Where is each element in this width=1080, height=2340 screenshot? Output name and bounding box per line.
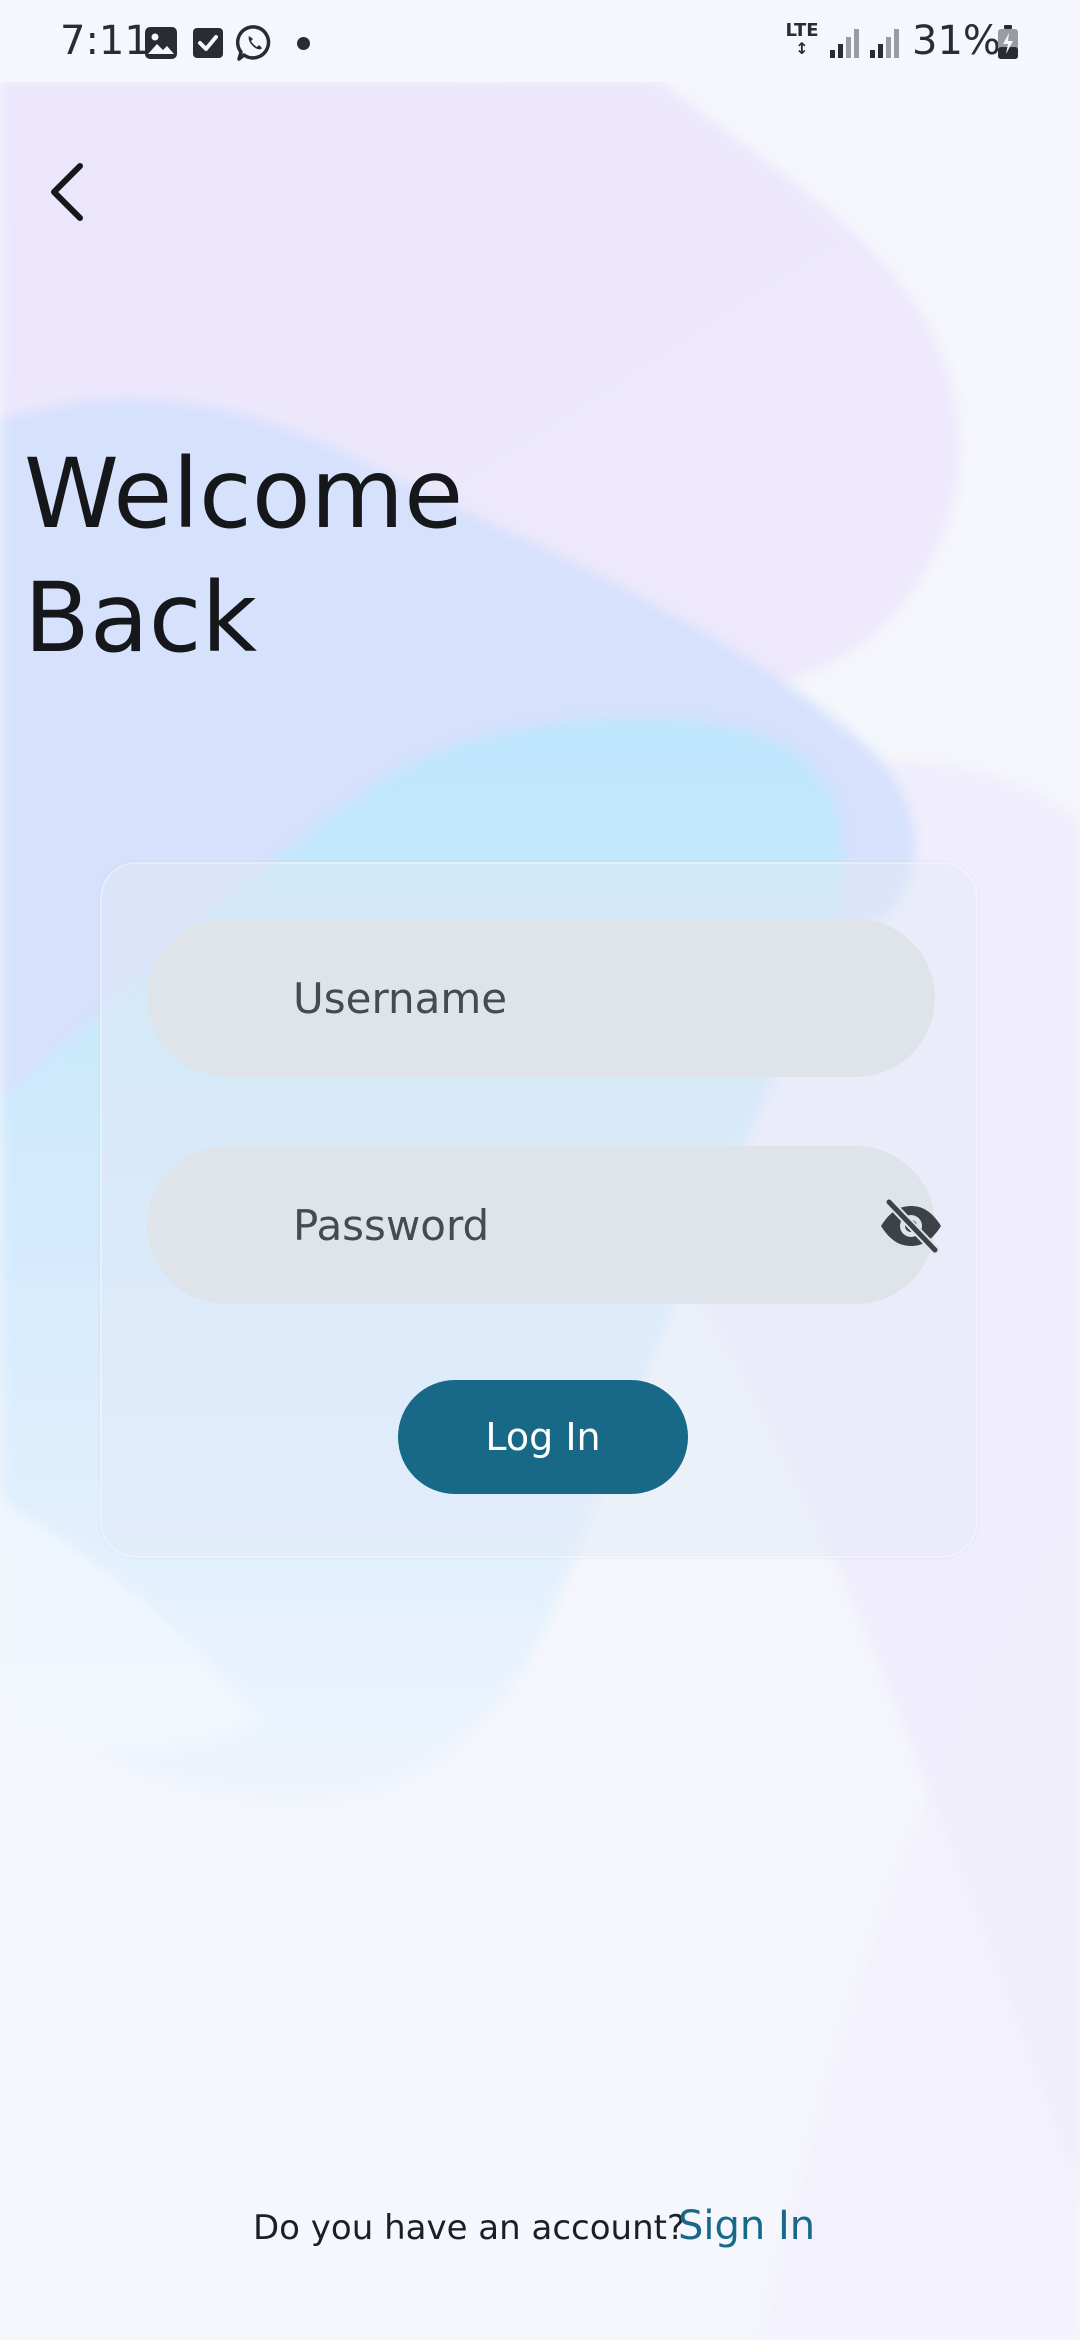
status-time: 7:11 xyxy=(60,18,150,64)
battery-percentage: 31% xyxy=(912,18,1001,64)
network-type: LTE xyxy=(785,20,819,41)
lte-icon: LTE ↕ xyxy=(785,20,819,58)
chevron-left-icon xyxy=(51,163,83,221)
battery-charging-icon xyxy=(996,24,1020,60)
sign-in-link[interactable]: Sign In xyxy=(678,2203,815,2249)
title-line-1: Welcome xyxy=(24,438,464,550)
page-title: Welcome Back xyxy=(24,432,463,680)
username-input[interactable] xyxy=(293,919,813,1077)
login-card: Log In xyxy=(100,862,978,1558)
status-bar: 7:11 LTE ↕ 31% xyxy=(0,0,1080,82)
whatsapp-icon xyxy=(235,24,274,62)
back-button[interactable] xyxy=(34,150,104,234)
title-line-2: Back xyxy=(24,562,258,674)
account-prompt: Do you have an account? xyxy=(253,2208,685,2248)
password-field[interactable] xyxy=(147,1146,941,1304)
eye-off-icon xyxy=(881,1197,941,1255)
checkbox-icon xyxy=(191,26,225,60)
username-field[interactable] xyxy=(147,919,935,1077)
signal-icon xyxy=(828,26,864,60)
signal-icon-secondary xyxy=(868,26,904,60)
login-button[interactable]: Log In xyxy=(398,1380,688,1494)
notification-dot xyxy=(297,37,310,50)
gallery-icon xyxy=(144,26,178,60)
password-input[interactable] xyxy=(293,1146,813,1304)
password-visibility-toggle[interactable] xyxy=(879,1197,943,1255)
